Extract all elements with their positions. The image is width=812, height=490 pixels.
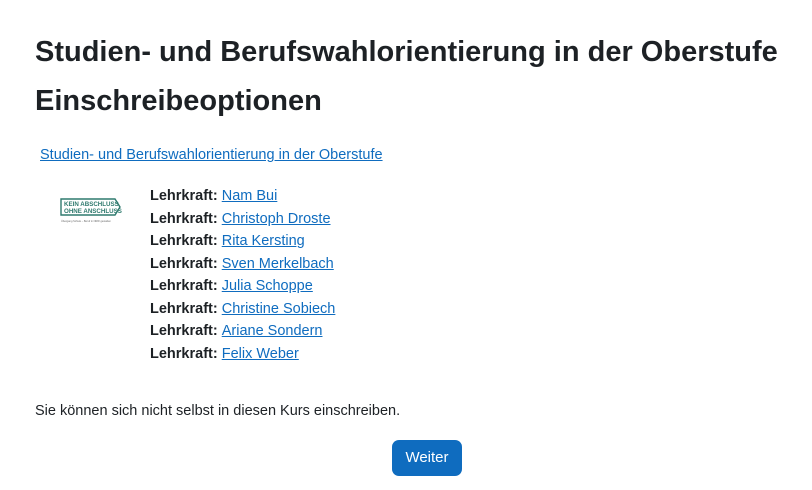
teacher-role: Lehrkraft xyxy=(150,345,213,362)
teacher-link[interactable]: Felix Weber xyxy=(222,346,299,362)
teacher-link[interactable]: Sven Merkelbach xyxy=(222,256,334,272)
teacher-link[interactable]: Christine Sobiech xyxy=(222,301,336,317)
enrolment-notice: Sie können sich nicht selbst in diesen K… xyxy=(35,403,401,419)
section-title: Einschreibeoptionen xyxy=(35,85,322,117)
teacher-link[interactable]: Rita Kersting xyxy=(222,233,305,249)
teacher-item: Lehrkraft: Sven Merkelbach xyxy=(150,255,334,272)
teacher-role: Lehrkraft xyxy=(150,255,213,272)
teacher-item: Lehrkraft: Felix Weber xyxy=(150,345,299,362)
logo-line2: OHNE ANSCHLUSS xyxy=(64,208,122,215)
enrolment-page: Studien- und Berufswahlorientierung in d… xyxy=(0,0,812,490)
teacher-item: Lehrkraft: Nam Bui xyxy=(150,188,278,204)
teacher-role: Lehrkraft xyxy=(150,278,213,294)
teacher-link[interactable]: Nam Bui xyxy=(222,188,278,204)
logo-line1: KEIN ABSCHLUSS xyxy=(64,201,119,208)
teacher-item: Lehrkraft: Christoph Droste xyxy=(150,210,331,227)
teacher-link[interactable]: Christoph Droste xyxy=(222,211,331,227)
teacher-role: Lehrkraft xyxy=(150,300,213,317)
teacher-item: Lehrkraft: Rita Kersting xyxy=(150,233,305,249)
kaoa-logo-icon: KEIN ABSCHLUSS OHNE ANSCHLUSS Übergang S… xyxy=(59,196,123,226)
teacher-role: Lehrkraft xyxy=(150,323,213,339)
logo-tagline: Übergang Schule – Beruf in NRW gestalten xyxy=(61,219,112,223)
course-link[interactable]: Studien- und Berufswahlorientierung in d… xyxy=(40,147,383,163)
teacher-item: Lehrkraft: Julia Schoppe xyxy=(150,278,313,294)
teacher-link[interactable]: Ariane Sondern xyxy=(222,323,323,339)
page-title: Studien- und Berufswahlorientierung in d… xyxy=(35,36,778,68)
teacher-role: Lehrkraft xyxy=(150,210,213,227)
teacher-item: Lehrkraft: Ariane Sondern xyxy=(150,323,323,339)
teacher-item: Lehrkraft: Christine Sobiech xyxy=(150,300,336,317)
teacher-list: Lehrkraft: Nam Bui Lehrkraft: Christoph … xyxy=(150,185,335,365)
teacher-role: Lehrkraft xyxy=(150,188,213,204)
continue-button[interactable]: Weiter xyxy=(392,440,462,476)
teacher-link[interactable]: Julia Schoppe xyxy=(222,278,313,294)
teacher-role: Lehrkraft xyxy=(150,233,213,249)
